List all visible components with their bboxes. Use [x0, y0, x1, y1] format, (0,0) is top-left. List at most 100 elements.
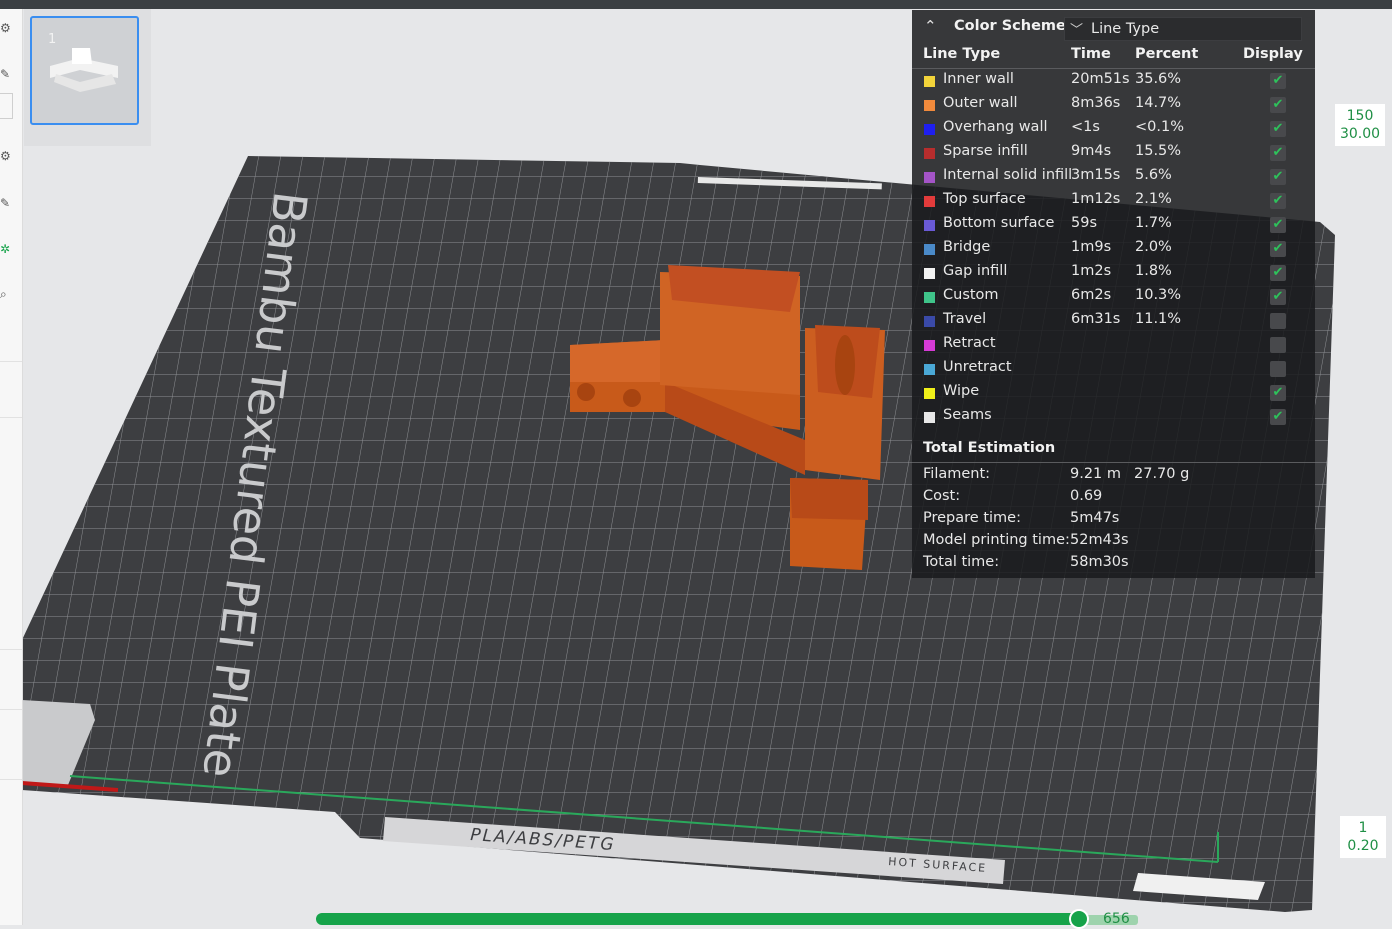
- line-type-row[interactable]: Sparse infill 9m4s 15.5% ✔: [912, 142, 1315, 166]
- display-checkbox[interactable]: ✔: [1270, 217, 1286, 233]
- line-type-name: Bottom surface: [943, 215, 1055, 231]
- filament-length: 9.21 m: [1070, 466, 1122, 482]
- display-checkbox[interactable]: ✔: [1270, 241, 1286, 257]
- settings-icon[interactable]: ⚙: [0, 149, 14, 163]
- total-time-label: Total time:: [923, 554, 1000, 570]
- color-scheme-header: ⌃ Color Scheme ﹀ Line Type: [912, 10, 1315, 44]
- display-checkbox[interactable]: ✔: [1270, 121, 1286, 137]
- layer-slider-top-label[interactable]: 150 30.00: [1335, 104, 1385, 146]
- check-icon: ✔: [1272, 169, 1284, 184]
- plate-number: 1: [48, 32, 57, 47]
- line-type-row[interactable]: Retract: [912, 334, 1315, 358]
- display-checkbox[interactable]: ✔: [1270, 193, 1286, 209]
- line-type-row[interactable]: Unretract: [912, 358, 1315, 382]
- display-checkbox[interactable]: ✔: [1270, 289, 1286, 305]
- line-type-row[interactable]: Bridge 1m9s 2.0% ✔: [912, 238, 1315, 262]
- line-type-percent: 5.6%: [1135, 167, 1172, 183]
- line-type-row[interactable]: Inner wall 20m51s 35.6% ✔: [912, 70, 1315, 94]
- line-type-row[interactable]: Overhang wall <1s <0.1% ✔: [912, 118, 1315, 142]
- line-type-row[interactable]: Top surface 1m12s 2.1% ✔: [912, 190, 1315, 214]
- line-type-percent: 10.3%: [1135, 287, 1182, 303]
- tool-slot[interactable]: [0, 93, 13, 119]
- line-type-time: 3m15s: [1071, 167, 1121, 183]
- line-type-row[interactable]: Internal solid infill 3m15s 5.6% ✔: [912, 166, 1315, 190]
- top-layer-height: 30.00: [1339, 126, 1381, 142]
- color-swatch: [924, 196, 935, 207]
- line-type-row[interactable]: Gap infill 1m2s 1.8% ✔: [912, 262, 1315, 286]
- line-type-percent: 1.7%: [1135, 215, 1172, 231]
- toolbar-divider: [0, 417, 22, 418]
- line-type-row[interactable]: Custom 6m2s 10.3% ✔: [912, 286, 1315, 310]
- plate-thumbnail[interactable]: 1: [30, 16, 139, 125]
- line-type-percent: 35.6%: [1135, 71, 1182, 87]
- left-toolbar: ⚙ ✎ ⚙ ✎ ✲ ⌕: [0, 9, 23, 925]
- color-swatch: [924, 340, 935, 351]
- column-header-display: Display: [1243, 46, 1303, 62]
- color-swatch: [924, 124, 935, 135]
- edit-icon[interactable]: ✎: [0, 196, 14, 210]
- settings-icon[interactable]: ⚙: [0, 21, 14, 35]
- line-type-percent: 14.7%: [1135, 95, 1182, 111]
- toolbar-divider: [0, 361, 22, 362]
- line-type-row[interactable]: Wipe ✔: [912, 382, 1315, 406]
- toolbar-divider: [0, 649, 22, 650]
- color-swatch: [924, 100, 935, 111]
- display-checkbox[interactable]: [1270, 313, 1286, 329]
- check-icon: ✔: [1272, 409, 1284, 424]
- toolbar-divider: [0, 779, 22, 780]
- check-icon: ✔: [1272, 121, 1284, 136]
- line-type-row[interactable]: Bottom surface 59s 1.7% ✔: [912, 214, 1315, 238]
- line-type-name: Unretract: [943, 359, 1012, 375]
- display-checkbox[interactable]: ✔: [1270, 97, 1286, 113]
- line-type-name: Wipe: [943, 383, 980, 399]
- display-checkbox[interactable]: [1270, 337, 1286, 353]
- cost-label: Cost:: [923, 488, 961, 504]
- move-slider-track[interactable]: [316, 913, 1080, 925]
- move-slider-handle[interactable]: [1069, 909, 1089, 929]
- line-type-percent: 1.8%: [1135, 263, 1172, 279]
- check-icon: ✔: [1272, 217, 1284, 232]
- filament-weight: 27.70 g: [1134, 466, 1190, 482]
- line-type-time: 59s: [1071, 215, 1098, 231]
- display-checkbox[interactable]: ✔: [1270, 409, 1286, 425]
- line-type-time: 1m12s: [1071, 191, 1121, 207]
- line-type-time: 6m31s: [1071, 311, 1121, 327]
- display-checkbox[interactable]: ✔: [1270, 265, 1286, 281]
- display-checkbox[interactable]: ✔: [1270, 169, 1286, 185]
- line-type-row[interactable]: Outer wall 8m36s 14.7% ✔: [912, 94, 1315, 118]
- line-type-name: Top surface: [943, 191, 1026, 207]
- line-type-name: Gap infill: [943, 263, 1008, 279]
- layer-slider-bottom-label[interactable]: 1 0.20: [1340, 816, 1386, 858]
- line-type-row[interactable]: Travel 6m31s 11.1%: [912, 310, 1315, 334]
- prepare-time-value: 5m47s: [1070, 510, 1120, 526]
- check-icon: ✔: [1272, 145, 1284, 160]
- color-scheme-selected: Line Type: [1091, 21, 1160, 37]
- color-swatch: [924, 292, 935, 303]
- line-type-name: Outer wall: [943, 95, 1018, 111]
- display-checkbox[interactable]: ✔: [1270, 385, 1286, 401]
- arrange-icon[interactable]: ✲: [0, 242, 14, 256]
- search-icon[interactable]: ⌕: [0, 287, 14, 301]
- line-type-percent: <0.1%: [1135, 119, 1184, 135]
- color-swatch: [924, 364, 935, 375]
- total-estimation-title: Total Estimation: [923, 440, 1056, 456]
- display-checkbox[interactable]: ✔: [1270, 145, 1286, 161]
- column-header-time: Time: [1071, 46, 1111, 62]
- line-type-percent: 2.1%: [1135, 191, 1172, 207]
- line-type-name: Bridge: [943, 239, 991, 255]
- edit-icon[interactable]: ✎: [0, 67, 14, 81]
- line-type-time: 8m36s: [1071, 95, 1121, 111]
- line-type-time: 1m2s: [1071, 263, 1112, 279]
- collapse-icon[interactable]: ⌃: [924, 17, 937, 35]
- header-divider: [912, 68, 1315, 69]
- color-swatch: [924, 316, 935, 327]
- display-checkbox[interactable]: [1270, 361, 1286, 377]
- color-scheme-dropdown[interactable]: ﹀ Line Type: [1064, 17, 1302, 41]
- display-checkbox[interactable]: ✔: [1270, 73, 1286, 89]
- model-time-label: Model printing time:: [923, 532, 1070, 548]
- line-type-time: <1s: [1071, 119, 1100, 135]
- line-type-percent: 11.1%: [1135, 311, 1182, 327]
- line-type-name: Custom: [943, 287, 999, 303]
- check-icon: ✔: [1272, 289, 1284, 304]
- line-type-row[interactable]: Seams ✔: [912, 406, 1315, 430]
